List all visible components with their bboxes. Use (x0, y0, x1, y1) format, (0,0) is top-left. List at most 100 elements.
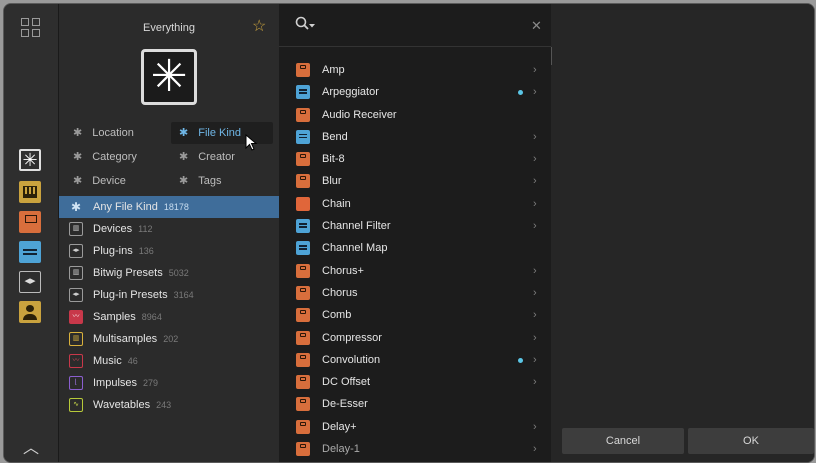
audio-fx-icon[interactable] (19, 211, 41, 233)
device-icon: ▥ (69, 222, 83, 236)
list-item[interactable]: ∿ Wavetables 243 (59, 394, 279, 416)
audio-fx-icon (296, 152, 310, 167)
list-item[interactable]: ◂▸ Plug-ins 136 (59, 240, 279, 262)
item-label: Comb (322, 309, 352, 322)
filter-device[interactable]: ✱ Device (73, 170, 126, 192)
list-item[interactable]: Blur › (279, 170, 551, 192)
note-fx-icon[interactable] (19, 241, 41, 263)
chevron-right-icon[interactable]: › (533, 59, 537, 81)
note-fx-icon (296, 85, 310, 100)
category-rail: ✳ ◂▸ ︿ (4, 4, 59, 462)
list-item[interactable]: Convolution › (279, 349, 551, 371)
filter-creator[interactable]: ✱ Creator (179, 146, 235, 168)
list-item[interactable]: Channel Filter › (279, 215, 551, 237)
list-item[interactable]: 〰 Music 46 (59, 350, 279, 372)
chevron-right-icon[interactable]: › (533, 282, 537, 304)
item-label: Chorus+ (322, 264, 364, 277)
list-item[interactable]: De-Esser (279, 393, 551, 415)
chevron-right-icon[interactable]: › (533, 170, 537, 192)
audio-fx-icon (296, 330, 310, 345)
chevron-right-icon[interactable]: › (533, 438, 537, 460)
list-item[interactable]: Chorus+ › (279, 260, 551, 282)
chevron-right-icon[interactable]: › (533, 81, 537, 103)
search-icon[interactable] (295, 16, 317, 32)
list-item[interactable]: ▥ Bitwig Presets 5032 (59, 262, 279, 284)
list-item[interactable]: Comb › (279, 304, 551, 326)
plugin-icon: ◂▸ (69, 244, 83, 258)
list-item[interactable]: Compressor › (279, 327, 551, 349)
chevron-right-icon[interactable]: › (533, 215, 537, 237)
cancel-button[interactable]: Cancel (562, 428, 684, 454)
grid-view-icon[interactable] (21, 18, 41, 38)
close-icon[interactable]: ✕ (531, 18, 542, 34)
chevron-right-icon[interactable]: › (533, 416, 537, 438)
list-item[interactable]: Bend › (279, 126, 551, 148)
everything-large-icon: ✳ (141, 49, 197, 105)
item-label: Arpeggiator (322, 86, 379, 99)
ok-button[interactable]: OK (688, 428, 814, 454)
list-item[interactable]: Arpeggiator › (279, 81, 551, 103)
list-item[interactable]: ⌊ Impulses 279 (59, 372, 279, 394)
results-list: Amp › Arpeggiator › Audio Receiver Bend › Bit-8… (279, 59, 551, 460)
audio-fx-icon (296, 63, 310, 77)
everything-icon[interactable]: ✳ (19, 149, 41, 171)
list-item[interactable]: Amp › (279, 59, 551, 81)
chevron-right-icon[interactable]: › (533, 304, 537, 326)
note-fx-icon (296, 219, 310, 234)
item-label: Channel Filter (322, 220, 391, 233)
filter-location[interactable]: ✱ Location (73, 122, 134, 144)
audio-fx-icon (296, 174, 310, 189)
instrument-icon[interactable] (19, 181, 41, 203)
list-item[interactable]: DC Offset › (279, 371, 551, 393)
list-item[interactable]: Chain › (279, 193, 551, 215)
chevron-right-icon[interactable]: › (533, 193, 537, 215)
list-item[interactable]: 〰 Samples 8964 (59, 306, 279, 328)
user-icon[interactable] (19, 301, 41, 323)
item-label: Audio Receiver (322, 108, 397, 121)
list-item[interactable]: Bit-8 › (279, 148, 551, 170)
list-item[interactable]: Delay+ › (279, 416, 551, 438)
sample-icon: 〰 (69, 310, 83, 324)
item-label: De-Esser (322, 398, 368, 411)
star-icon[interactable]: ☆ (252, 16, 266, 36)
audio-fx-icon (296, 397, 310, 412)
filter-tags[interactable]: ✱ Tags (179, 170, 221, 192)
chevron-right-icon[interactable]: › (533, 148, 537, 170)
list-item[interactable]: ▥ Multisamples 202 (59, 328, 279, 350)
item-label: Bend (322, 130, 348, 143)
item-label: Channel Map (322, 242, 388, 255)
list-item[interactable]: Delay-1 › (279, 438, 551, 460)
item-label: Chain (322, 197, 351, 210)
chevron-right-icon[interactable]: › (533, 371, 537, 393)
asterisk-icon: ✱ (70, 200, 82, 214)
impulse-icon: ⌊ (69, 376, 83, 390)
plugin-icon[interactable]: ◂▸ (19, 271, 41, 293)
context-title: Everything (143, 22, 195, 34)
item-label: Delay+ (322, 420, 357, 433)
filter-category[interactable]: ✱ Category (73, 146, 137, 168)
note-fx-icon (296, 241, 310, 256)
chevron-right-icon[interactable]: › (533, 126, 537, 148)
list-item[interactable]: ◂▸ Plug-in Presets 3164 (59, 284, 279, 306)
list-item[interactable]: Chorus › (279, 282, 551, 304)
list-item[interactable]: ▥ Devices 112 (59, 218, 279, 240)
chevron-right-icon[interactable]: › (533, 260, 537, 282)
status-dot-icon (518, 90, 523, 96)
chevron-right-icon[interactable]: › (533, 327, 537, 349)
audio-fx-icon (296, 308, 310, 323)
filter-panel: Everything ☆ ✳ ✱ Location ✱ File Kind ✱ Cat… (59, 4, 279, 462)
audio-fx-icon (296, 352, 310, 367)
plugin-preset-icon: ◂▸ (69, 288, 83, 302)
item-label: Chorus (322, 286, 358, 299)
status-dot-icon (518, 357, 523, 363)
wavetable-icon: ∿ (69, 398, 83, 412)
item-label: DC Offset (322, 376, 371, 389)
chevron-up-icon[interactable]: ︿ (23, 434, 39, 458)
list-item[interactable]: Channel Map (279, 237, 551, 259)
list-item[interactable]: ✱ Any File Kind 18178 (59, 196, 279, 218)
chevron-right-icon[interactable]: › (533, 349, 537, 371)
list-item[interactable]: Audio Receiver (279, 104, 551, 126)
audio-fx-icon (296, 442, 310, 457)
search-bar[interactable]: ✕ (279, 4, 551, 47)
music-icon: 〰 (69, 354, 83, 368)
